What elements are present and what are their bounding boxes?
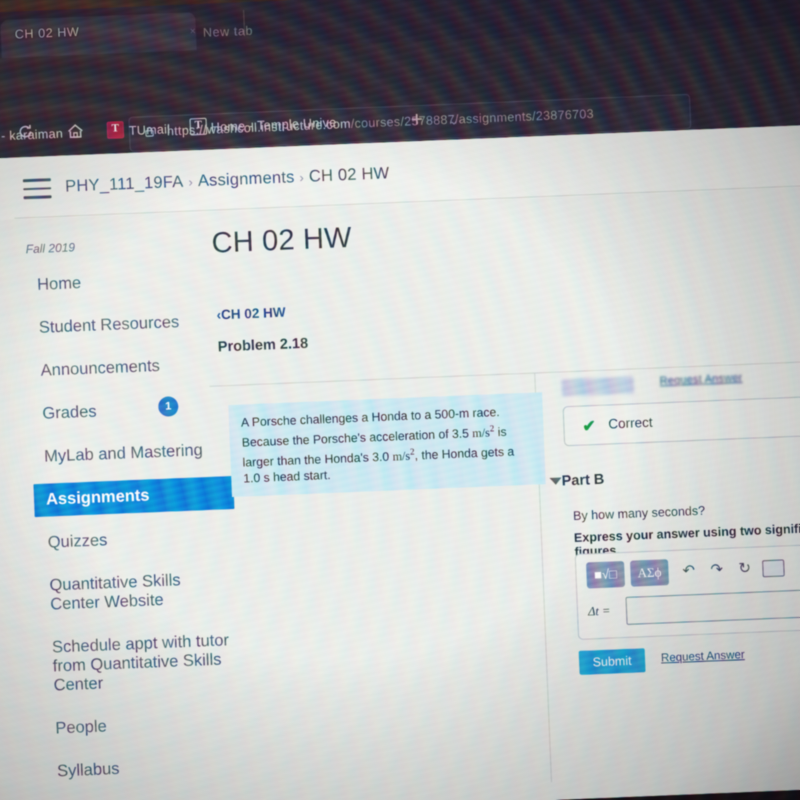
part-b-heading[interactable]: Part B xyxy=(549,471,605,490)
breadcrumb-course[interactable]: PHY_111_19FA xyxy=(65,173,184,196)
breadcrumb: PHY_111_19FA › Assignments › CH 02 HW xyxy=(65,164,390,196)
reset-icon[interactable]: ↻ xyxy=(738,559,751,578)
problem-line-3a: larger than the Honda's 3.0 xyxy=(242,449,393,470)
sidebar-item-syllabus[interactable]: Syllabus xyxy=(44,748,245,789)
status-badge: 1 xyxy=(157,396,179,417)
check-icon: ✔ xyxy=(582,418,597,436)
sidebar-item-announcements[interactable]: Announcements xyxy=(28,347,229,388)
breadcrumb-assignments[interactable]: Assignments xyxy=(198,168,295,190)
temple-t-icon: T xyxy=(106,121,125,139)
part-a-submit-button[interactable] xyxy=(561,376,635,397)
greek-symbols-icon[interactable]: ΑΣϕ xyxy=(629,559,670,587)
part-b-label: Part B xyxy=(561,471,605,490)
sidebar-item-home[interactable]: Home xyxy=(25,261,226,302)
chevron-down-icon[interactable] xyxy=(549,477,562,485)
undo-icon[interactable]: ↶ xyxy=(682,561,695,580)
template-math-icon[interactable]: ■√□ xyxy=(586,560,626,589)
breadcrumb-page: CH 02 HW xyxy=(308,164,390,186)
sidebar-item-qsc-website[interactable]: Quantitative Skills Center Website xyxy=(37,562,239,622)
browser-tab-new[interactable]: New tab xyxy=(203,24,254,40)
tab-close-icon[interactable]: × xyxy=(190,26,196,37)
page-title: CH 02 HW xyxy=(210,221,353,260)
problem-statement: A Porsche challenges a Honda to a 500-m … xyxy=(228,392,546,498)
keyboard-icon[interactable] xyxy=(762,559,785,578)
sidebar-item-quizzes[interactable]: Quizzes xyxy=(35,519,236,560)
units-m-per-s2: m/s xyxy=(392,448,411,464)
canvas-page: PHY_111_19FA › Assignments › CH 02 HW Fall 2… xyxy=(0,122,800,800)
units-m-per-s2: m/s xyxy=(471,425,491,441)
answer-input[interactable] xyxy=(625,586,800,625)
sidebar-item-mylab-mastering[interactable]: MyLab and Mastering xyxy=(32,433,233,474)
breadcrumb-separator: › xyxy=(188,174,194,190)
sidebar-item-schedule-appt[interactable]: Schedule appt with tutor from Quantitati… xyxy=(39,624,242,703)
sidebar-item-grades[interactable]: Grades 1 xyxy=(30,390,231,431)
correct-label: Correct xyxy=(608,414,653,432)
sidebar-item-label: Grades xyxy=(42,402,97,423)
photo-of-laptop-screen: CH 02 HW × New tab https://washcoll.inst… xyxy=(0,0,800,800)
bookmark-karaiman[interactable]: - karaiman xyxy=(1,127,64,144)
redo-icon[interactable]: ↷ xyxy=(710,560,723,579)
temple-t-icon: T xyxy=(189,117,208,136)
request-answer-link[interactable]: Request Answer xyxy=(661,649,745,664)
answer-variable-label: Δt = xyxy=(587,603,611,619)
part-a-result-box: ✔ Correct xyxy=(562,394,800,447)
problem-line-2a: Because the Porsche's acceleration of 3.… xyxy=(241,426,473,450)
laptop-screen: CH 02 HW × New tab https://washcoll.inst… xyxy=(0,0,800,800)
back-to-assignment-link[interactable]: ‹CH 02 HW xyxy=(216,305,286,323)
problem-line-3b: , the Honda gets xyxy=(414,444,505,463)
sidebar-item-student-resources[interactable]: Student Resources xyxy=(26,304,227,345)
breadcrumb-separator: › xyxy=(299,169,305,185)
browser-tab-title: CH 02 HW xyxy=(14,24,80,42)
sidebar-item-assignments[interactable]: Assignments xyxy=(33,475,235,518)
term-label: Fall 2019 xyxy=(25,240,76,257)
answer-entry-box: ■√□ ΑΣϕ ↶ ↷ ↻ Δt = xyxy=(574,541,800,640)
problem-line-2b: is xyxy=(494,424,507,440)
bookmark-tumail[interactable]: TUmail xyxy=(129,122,171,138)
part-a-request-answer-link[interactable]: Request Answer xyxy=(659,372,742,387)
hamburger-menu-icon[interactable] xyxy=(22,178,52,205)
part-b-question: By how many seconds? xyxy=(572,503,706,524)
submit-button[interactable]: Submit xyxy=(578,648,646,675)
mastering-frame: ‹CH 02 HW Problem 2.18 A Porsche challen… xyxy=(206,281,800,800)
problem-number: Problem 2.18 xyxy=(217,335,309,356)
answer-column: Request Answer ✔ Correct Part B By how m… xyxy=(549,367,800,675)
bookmark-temple-home[interactable]: Home - Temple Unive xyxy=(211,115,337,134)
sidebar-item-people[interactable]: People xyxy=(43,705,244,746)
math-toolbar: ■√□ ΑΣϕ ↶ ↷ ↻ xyxy=(586,551,800,591)
